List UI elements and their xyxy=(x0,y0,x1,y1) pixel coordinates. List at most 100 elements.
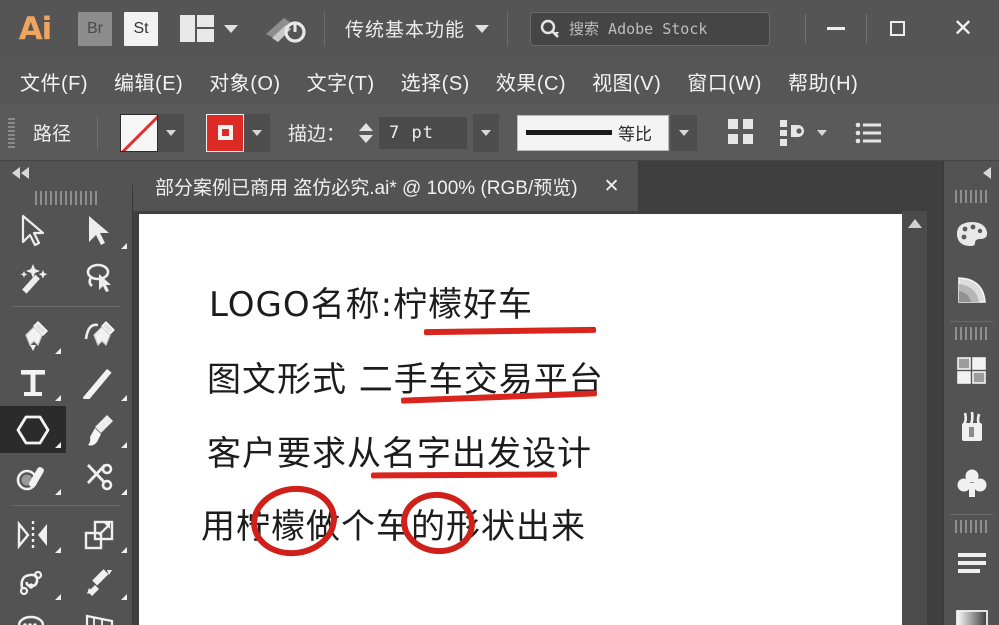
bridge-icon[interactable]: Br xyxy=(78,11,112,46)
stroke-profile-preview-icon xyxy=(526,130,613,135)
fill-swatch[interactable] xyxy=(120,113,159,152)
stock-icon[interactable]: St xyxy=(124,11,158,46)
stroke-dropdown[interactable] xyxy=(244,113,271,152)
chevron-down-icon xyxy=(252,129,263,136)
pen-tool[interactable] xyxy=(0,312,66,359)
annotation-underline-3[interactable] xyxy=(370,471,558,479)
annotation-circle-lemon[interactable] xyxy=(246,480,342,562)
menu-type[interactable]: 文字(T) xyxy=(307,67,375,96)
brushes-panel-icon[interactable] xyxy=(944,399,999,455)
arrange-objects-icon[interactable] xyxy=(779,118,807,148)
workspace-switcher-dropdown[interactable] xyxy=(475,24,490,33)
magic-wand-tool[interactable] xyxy=(0,254,66,301)
stroke-control[interactable] xyxy=(206,113,271,152)
direct-selection-tool[interactable] xyxy=(66,207,132,254)
polygon-shape-tool[interactable] xyxy=(0,406,66,453)
tools-panel-collapse[interactable] xyxy=(0,161,133,185)
workspace-switcher-label[interactable]: 传统基本功能 xyxy=(345,15,465,42)
tools-divider-2 xyxy=(12,505,120,506)
chevron-down-icon[interactable] xyxy=(359,134,374,143)
arrange-objects-dropdown[interactable] xyxy=(817,129,828,136)
panel-menu-icon[interactable] xyxy=(855,121,883,145)
canvas-vertical-scrollbar[interactable] xyxy=(902,211,927,625)
tool-flyout-corner-icon xyxy=(55,547,61,553)
chevron-up-icon[interactable] xyxy=(359,122,374,131)
arrange-documents-icon[interactable] xyxy=(180,15,214,42)
artboard-text-line-1[interactable]: LOGO名称:柠檬好车 xyxy=(209,277,533,326)
stroke-weight-input[interactable]: 7 pt xyxy=(379,116,468,149)
search-icon xyxy=(539,18,561,40)
swatches-panel-icon[interactable] xyxy=(944,343,999,399)
width-warp-tool[interactable] xyxy=(0,558,66,605)
type-tool[interactable] xyxy=(0,359,66,406)
align-icon[interactable] xyxy=(727,117,757,148)
panels-dock xyxy=(943,161,999,625)
menu-window[interactable]: 窗口(W) xyxy=(687,67,762,96)
chevron-down-icon xyxy=(679,129,690,136)
tools-panel-grip[interactable] xyxy=(35,191,97,205)
menu-edit[interactable]: 编辑(E) xyxy=(114,67,183,96)
selection-tool[interactable] xyxy=(0,207,66,254)
menu-select[interactable]: 选择(S) xyxy=(401,67,470,96)
artboard-text-line-3[interactable]: 客户要求从名字出发设计 xyxy=(207,426,592,475)
menu-help[interactable]: 帮助(H) xyxy=(788,67,858,96)
panels-dock-grip-3[interactable] xyxy=(954,520,989,533)
gradient-panel-icon[interactable] xyxy=(944,592,999,625)
document-tab-label: 部分案例已商用 盗仿必究.ai* @ 100% (RGB/预览) xyxy=(155,177,578,199)
scissors-eraser-tool[interactable] xyxy=(66,453,132,500)
perspective-grid-tool[interactable] xyxy=(66,605,132,625)
panels-dock-expand[interactable] xyxy=(944,161,999,185)
tool-flyout-corner-icon xyxy=(55,442,61,448)
chevron-up-icon[interactable] xyxy=(907,219,922,228)
close-button[interactable]: ✕ xyxy=(927,0,999,57)
stroke-swatch[interactable] xyxy=(206,113,245,152)
fill-control[interactable] xyxy=(120,113,185,152)
stroke-weight-stepper[interactable] xyxy=(359,122,374,143)
stroke-swatch-inner xyxy=(217,125,233,140)
menu-file[interactable]: 文件(F) xyxy=(20,67,88,96)
scale-tool[interactable] xyxy=(66,511,132,558)
stroke-weight-dropdown[interactable] xyxy=(473,113,500,152)
line-segment-tool[interactable] xyxy=(66,359,132,406)
lasso-tool[interactable] xyxy=(66,254,132,301)
menu-view[interactable]: 视图(V) xyxy=(592,67,661,96)
free-transform-tool[interactable] xyxy=(66,558,132,605)
arrange-documents-dropdown[interactable] xyxy=(224,24,238,33)
panels-dock-grip-1[interactable] xyxy=(954,190,989,203)
curvature-tool[interactable] xyxy=(66,312,132,359)
stroke-weight-label: 描边： xyxy=(288,124,346,145)
canvas-area[interactable]: LOGO名称:柠檬好车 图文形式 二手车交易平台 客户要求从名字出发设计 用柠檬… xyxy=(133,211,943,625)
reflect-rotate-tool[interactable] xyxy=(0,511,66,558)
stroke-profile-dropdown[interactable] xyxy=(671,114,698,151)
panels-dock-grip-2[interactable] xyxy=(954,327,989,340)
minimize-button[interactable] xyxy=(806,0,866,57)
shape-builder-tool[interactable] xyxy=(0,605,66,625)
app-logo-icon: Ai xyxy=(18,10,53,47)
control-bar: 路径 描边： 7 pt 等比 xyxy=(0,105,999,161)
paragraph-panel-icon[interactable] xyxy=(944,536,999,592)
paintbrush-tool[interactable] xyxy=(66,406,132,453)
launch-tutorials-icon[interactable] xyxy=(264,12,306,46)
selection-type-label: 路径 xyxy=(33,124,72,145)
fill-dropdown[interactable] xyxy=(158,113,185,152)
double-chevron-left-icon xyxy=(12,167,29,179)
control-bar-grip[interactable] xyxy=(8,117,15,148)
menu-object[interactable]: 对象(O) xyxy=(209,67,280,96)
chevron-down-icon xyxy=(224,24,238,33)
document-tab[interactable]: 部分案例已商用 盗仿必究.ai* @ 100% (RGB/预览) ✕ xyxy=(133,161,639,211)
stock-search-input[interactable]: 搜索 Adobe Stock xyxy=(530,11,771,46)
shaper-blob-tool[interactable] xyxy=(0,453,66,500)
artboard[interactable]: LOGO名称:柠檬好车 图文形式 二手车交易平台 客户要求从名字出发设计 用柠檬… xyxy=(139,214,912,625)
tool-flyout-corner-icon xyxy=(55,489,61,495)
symbols-panel-icon[interactable] xyxy=(944,455,999,511)
menu-bar: 文件(F) 编辑(E) 对象(O) 文字(T) 选择(S) 效果(C) 视图(V… xyxy=(0,57,999,105)
annotation-underline-1[interactable] xyxy=(423,326,597,336)
title-bar: Ai Br St 传统基本功能 搜索 Adobe Stock ✕ xyxy=(0,0,999,57)
color-panel-icon[interactable] xyxy=(944,206,999,262)
color-guide-panel-icon[interactable] xyxy=(944,262,999,318)
document-tab-close-icon[interactable]: ✕ xyxy=(604,175,620,198)
no-fill-slash-icon xyxy=(121,114,158,151)
menu-effect[interactable]: 效果(C) xyxy=(496,67,566,96)
maximize-button[interactable] xyxy=(867,0,927,57)
stroke-profile-select[interactable]: 等比 xyxy=(517,114,670,151)
